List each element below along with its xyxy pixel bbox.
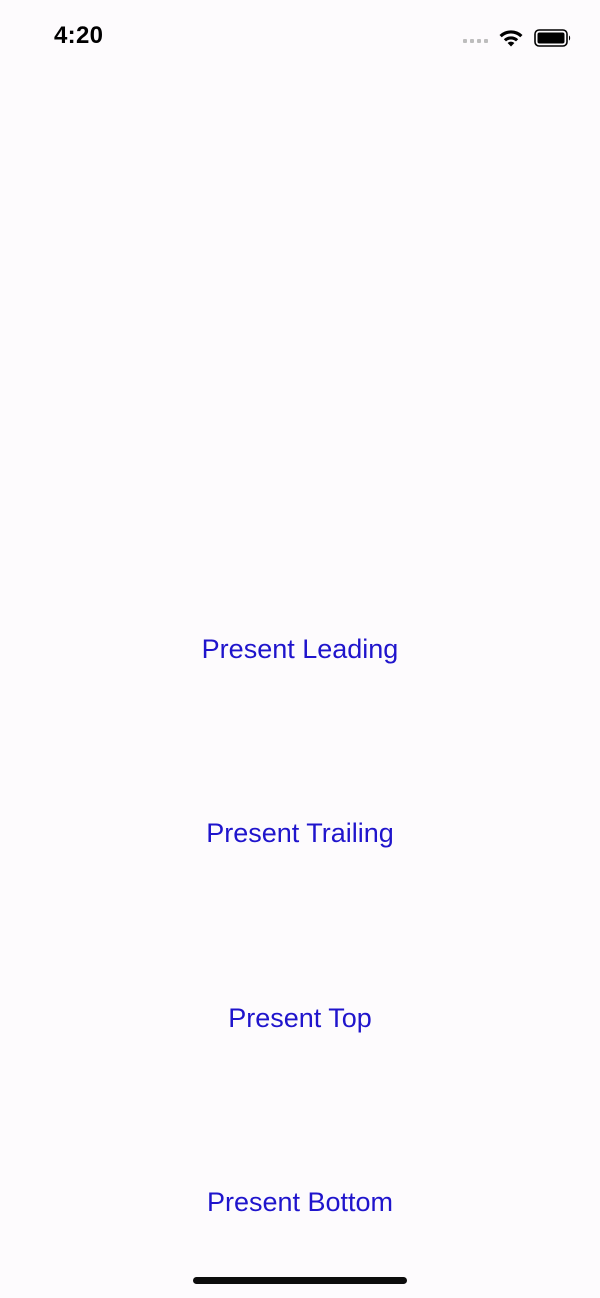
home-indicator[interactable] bbox=[193, 1277, 407, 1284]
cellular-signal-icon bbox=[463, 39, 488, 43]
present-trailing-button[interactable]: Present Trailing bbox=[0, 813, 600, 853]
status-icons bbox=[463, 26, 572, 50]
status-time: 4:20 bbox=[54, 22, 104, 49]
present-top-button[interactable]: Present Top bbox=[0, 998, 600, 1038]
wifi-icon bbox=[499, 30, 523, 47]
battery-icon bbox=[534, 29, 571, 47]
status-bar: 4:20 bbox=[0, 0, 600, 80]
present-bottom-button[interactable]: Present Bottom bbox=[0, 1182, 600, 1222]
present-leading-button[interactable]: Present Leading bbox=[0, 629, 600, 669]
